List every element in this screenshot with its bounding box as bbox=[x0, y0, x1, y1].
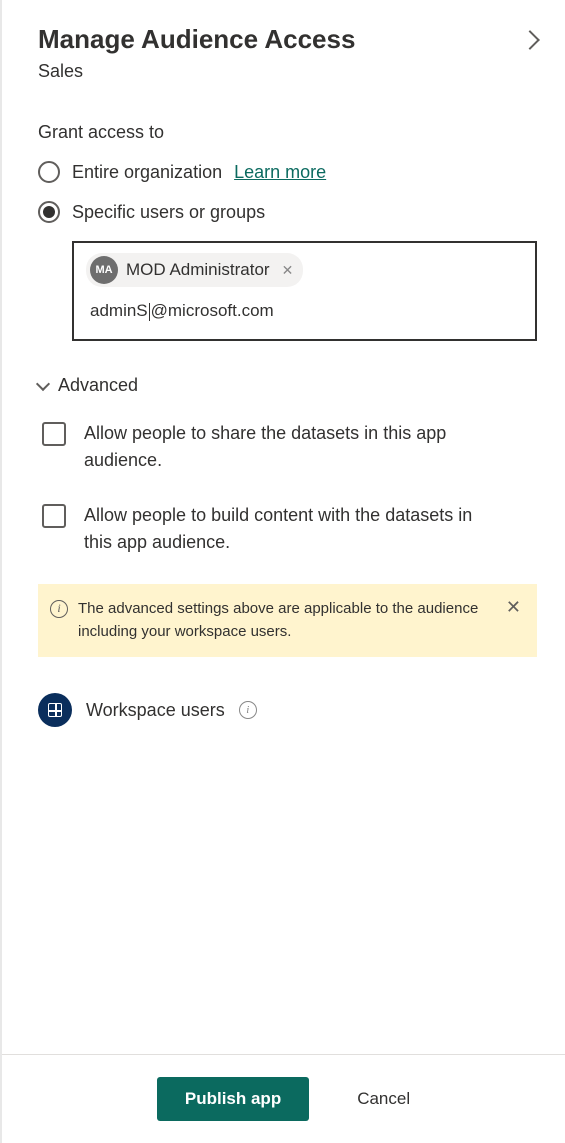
workspace-users-label: Workspace users bbox=[86, 700, 225, 721]
footer: Publish app Cancel bbox=[2, 1054, 565, 1143]
cancel-button[interactable]: Cancel bbox=[357, 1089, 410, 1109]
people-picker-text[interactable]: adminS@microsoft.com bbox=[86, 301, 523, 321]
radio-entire-org-row[interactable]: Entire organization Learn more bbox=[38, 161, 537, 183]
checkbox-build-content[interactable] bbox=[42, 504, 66, 528]
user-picker-input[interactable]: MA MOD Administrator ✕ adminS@microsoft.… bbox=[72, 241, 537, 341]
typed-suffix: @microsoft.com bbox=[151, 301, 274, 320]
chevron-down-icon bbox=[36, 376, 50, 390]
info-text: The advanced settings above are applicab… bbox=[78, 598, 492, 643]
radio-entire-org[interactable] bbox=[38, 161, 60, 183]
checkbox-build-content-row[interactable]: Allow people to build content with the d… bbox=[42, 502, 537, 556]
user-chip[interactable]: MA MOD Administrator ✕ bbox=[86, 253, 303, 287]
checkbox-share-datasets[interactable] bbox=[42, 422, 66, 446]
info-message-bar: The advanced settings above are applicab… bbox=[38, 584, 537, 657]
typed-prefix: adminS bbox=[90, 301, 148, 320]
advanced-expander[interactable]: Advanced bbox=[38, 375, 537, 396]
workspace-users-row: Workspace users bbox=[38, 693, 537, 727]
checkbox-build-label: Allow people to build content with the d… bbox=[84, 502, 484, 556]
avatar: MA bbox=[90, 256, 118, 284]
publish-app-button[interactable]: Publish app bbox=[157, 1077, 309, 1121]
checkbox-share-label: Allow people to share the datasets in th… bbox=[84, 420, 484, 474]
radio-entire-org-label: Entire organization bbox=[72, 162, 222, 183]
info-icon bbox=[50, 600, 68, 618]
panel-subtitle: Sales bbox=[38, 61, 537, 82]
radio-specific-users-label: Specific users or groups bbox=[72, 202, 265, 223]
info-close-icon[interactable]: ✕ bbox=[502, 598, 525, 616]
workspace-icon bbox=[38, 693, 72, 727]
grant-access-label: Grant access to bbox=[38, 122, 537, 143]
text-caret-icon bbox=[149, 303, 150, 321]
chip-name: MOD Administrator bbox=[126, 260, 270, 280]
advanced-label: Advanced bbox=[58, 375, 138, 396]
panel-title: Manage Audience Access bbox=[38, 24, 355, 55]
radio-specific-users[interactable] bbox=[38, 201, 60, 223]
radio-specific-users-row[interactable]: Specific users or groups bbox=[38, 201, 537, 223]
collapse-chevron-icon[interactable] bbox=[520, 30, 540, 50]
workspace-info-icon[interactable] bbox=[239, 701, 257, 719]
chip-remove-icon[interactable]: ✕ bbox=[282, 262, 294, 279]
checkbox-share-datasets-row[interactable]: Allow people to share the datasets in th… bbox=[42, 420, 537, 474]
learn-more-link[interactable]: Learn more bbox=[234, 162, 326, 183]
